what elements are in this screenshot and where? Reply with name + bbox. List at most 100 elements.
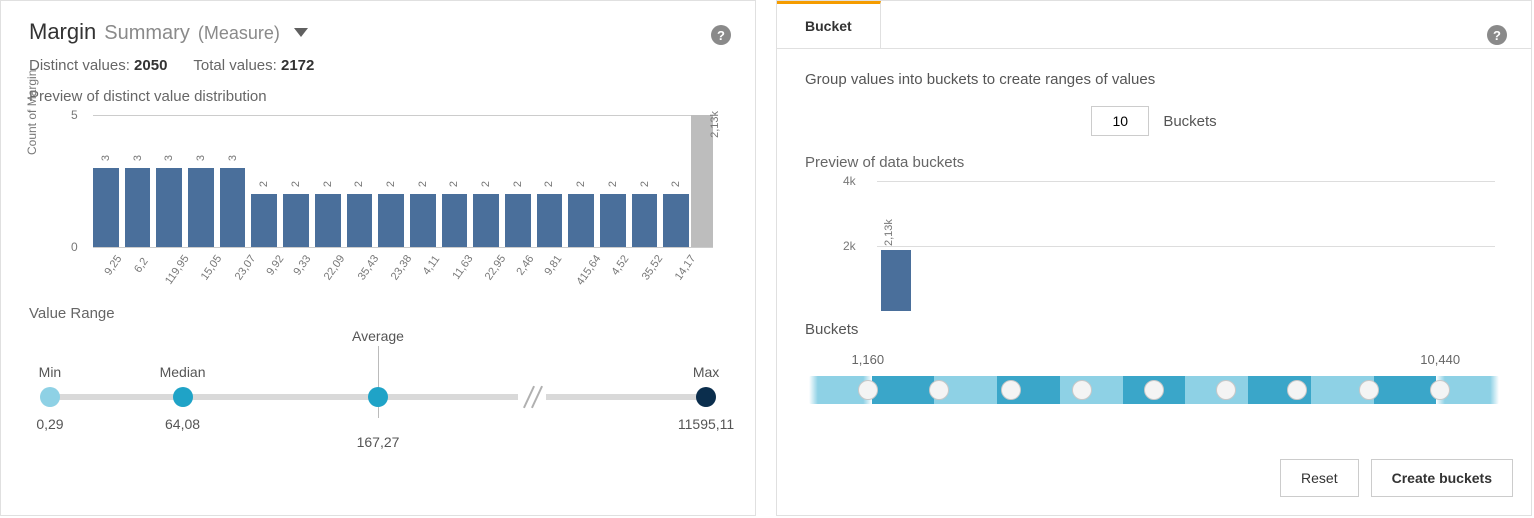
- bar-value-label: 2: [258, 181, 270, 187]
- bar: 2: [251, 194, 277, 247]
- bar-value-label: 2: [448, 181, 460, 187]
- panel-header: Margin Summary (Measure): [1, 1, 755, 53]
- bar-value-label: 2: [543, 181, 555, 187]
- distinct-value: 2050: [134, 57, 167, 74]
- plot-area: 5 0 3333322222222222222 2,13k: [93, 115, 713, 247]
- distinct-label: Distinct values:: [29, 57, 130, 74]
- value-stats: Distinct values: 2050 Total values: 2172: [1, 53, 755, 88]
- bar-value-label: 3: [100, 155, 112, 161]
- bar: 3: [156, 168, 182, 247]
- range-slider[interactable]: Average Min 0,29 Median 64,08 167,27 Max…: [29, 358, 727, 438]
- average-value: 167,27: [357, 434, 400, 450]
- bar: 2: [473, 194, 499, 247]
- bar-value-label: 3: [195, 155, 207, 161]
- tab-bucket[interactable]: Bucket: [777, 1, 881, 48]
- bucket-count-row: Buckets: [805, 106, 1503, 136]
- bar: 2: [283, 194, 309, 247]
- bar: 2: [442, 194, 468, 247]
- chevron-down-icon[interactable]: [294, 28, 308, 37]
- create-buckets-button[interactable]: Create buckets: [1371, 459, 1513, 497]
- total-value: 2172: [281, 57, 314, 74]
- bar: 2: [600, 194, 626, 247]
- total-values: Total values: 2172: [193, 57, 314, 74]
- max-label: Max: [693, 364, 719, 380]
- bar-value-label: 2: [575, 181, 587, 187]
- bar: 3: [220, 168, 246, 247]
- bar: 2: [410, 194, 436, 247]
- bar: 2: [378, 194, 404, 247]
- total-label: Total values:: [193, 57, 276, 74]
- range-title: Value Range: [29, 305, 727, 322]
- y-tick-2k: 2k: [843, 239, 856, 253]
- help-icon[interactable]: ?: [1487, 25, 1507, 45]
- median-value: 64,08: [165, 416, 200, 432]
- bucket-slider[interactable]: 1,160 10,440: [805, 342, 1503, 414]
- bucket-handle[interactable]: [1216, 380, 1236, 400]
- distribution-label: Preview of distinct value distribution: [1, 88, 755, 115]
- bar: 2: [505, 194, 531, 247]
- bar-value-label: 2: [607, 181, 619, 187]
- bar-value-label: 2: [670, 181, 682, 187]
- preview-buckets-label: Preview of data buckets: [805, 154, 1503, 181]
- bar-value-label: 2: [639, 181, 651, 187]
- bar-value-label: 3: [132, 155, 144, 161]
- buckets-axis-label: Buckets: [805, 321, 1531, 338]
- y-tick-4k: 4k: [843, 174, 856, 188]
- bucket-count-input[interactable]: [1091, 106, 1149, 136]
- bar: 3: [125, 168, 151, 247]
- min-value: 0,29: [36, 416, 63, 432]
- average-knob[interactable]: [368, 387, 388, 407]
- bucket-handle[interactable]: [1287, 380, 1307, 400]
- bucket-handle[interactable]: [929, 380, 949, 400]
- slider-high-label: 10,440: [1420, 352, 1460, 367]
- tab-bar: Bucket: [777, 1, 1531, 49]
- bar: 3: [93, 168, 119, 247]
- bar-value-label: 3: [227, 155, 239, 161]
- bucket-handle[interactable]: [1430, 380, 1450, 400]
- bar-value-label: 2: [385, 181, 397, 187]
- bucket-description: Group values into buckets to create rang…: [805, 71, 1503, 88]
- bar-value-label: 2: [512, 181, 524, 187]
- bar: 2: [568, 194, 594, 247]
- bucket-handle[interactable]: [858, 380, 878, 400]
- bar: 2: [632, 194, 658, 247]
- distinct-values: Distinct values: 2050: [29, 57, 167, 74]
- bucket-bar-0-label: 2,13k: [883, 219, 895, 246]
- y-axis-label: Count of Margin: [25, 70, 39, 155]
- bucket-handle[interactable]: [1359, 380, 1379, 400]
- summary-label: Summary: [104, 22, 190, 45]
- reset-button[interactable]: Reset: [1280, 459, 1359, 497]
- field-name: Margin: [29, 19, 96, 45]
- action-buttons: Reset Create buckets: [1280, 459, 1513, 497]
- bucket-handle[interactable]: [1144, 380, 1164, 400]
- overflow-label: 2,13k: [709, 111, 721, 138]
- bar-value-label: 2: [353, 181, 365, 187]
- median-label: Median: [160, 364, 206, 380]
- bar: 3: [188, 168, 214, 247]
- median-knob[interactable]: [173, 387, 193, 407]
- bar-value-label: 2: [322, 181, 334, 187]
- max-knob[interactable]: [696, 387, 716, 407]
- bar-value-label: 2: [417, 181, 429, 187]
- bucket-bar-0: [881, 250, 911, 311]
- bucket-handle[interactable]: [1001, 380, 1021, 400]
- min-label: Min: [39, 364, 62, 380]
- summary-panel: ? Margin Summary (Measure) Distinct valu…: [0, 0, 756, 516]
- bar-value-label: 2: [480, 181, 492, 187]
- bar-value-label: 3: [163, 155, 175, 161]
- bar: 2: [347, 194, 373, 247]
- buckets-word: Buckets: [1163, 113, 1216, 130]
- value-range: Value Range Average Min 0,29 Median 64,0…: [1, 295, 755, 438]
- slider-low-label: 1,160: [852, 352, 885, 367]
- help-icon[interactable]: ?: [711, 25, 731, 45]
- bar: 2: [537, 194, 563, 247]
- bar: 2: [315, 194, 341, 247]
- bucket-panel: ? Bucket Group values into buckets to cr…: [776, 0, 1532, 516]
- min-knob[interactable]: [40, 387, 60, 407]
- distribution-chart: Count of Margin 5 0 3333322222222222222 …: [21, 115, 743, 295]
- bar: 2: [663, 194, 689, 247]
- bucket-handle[interactable]: [1072, 380, 1092, 400]
- bar-value-label: 2: [290, 181, 302, 187]
- max-value: 11595,11: [678, 416, 734, 432]
- measure-label: (Measure): [198, 23, 280, 44]
